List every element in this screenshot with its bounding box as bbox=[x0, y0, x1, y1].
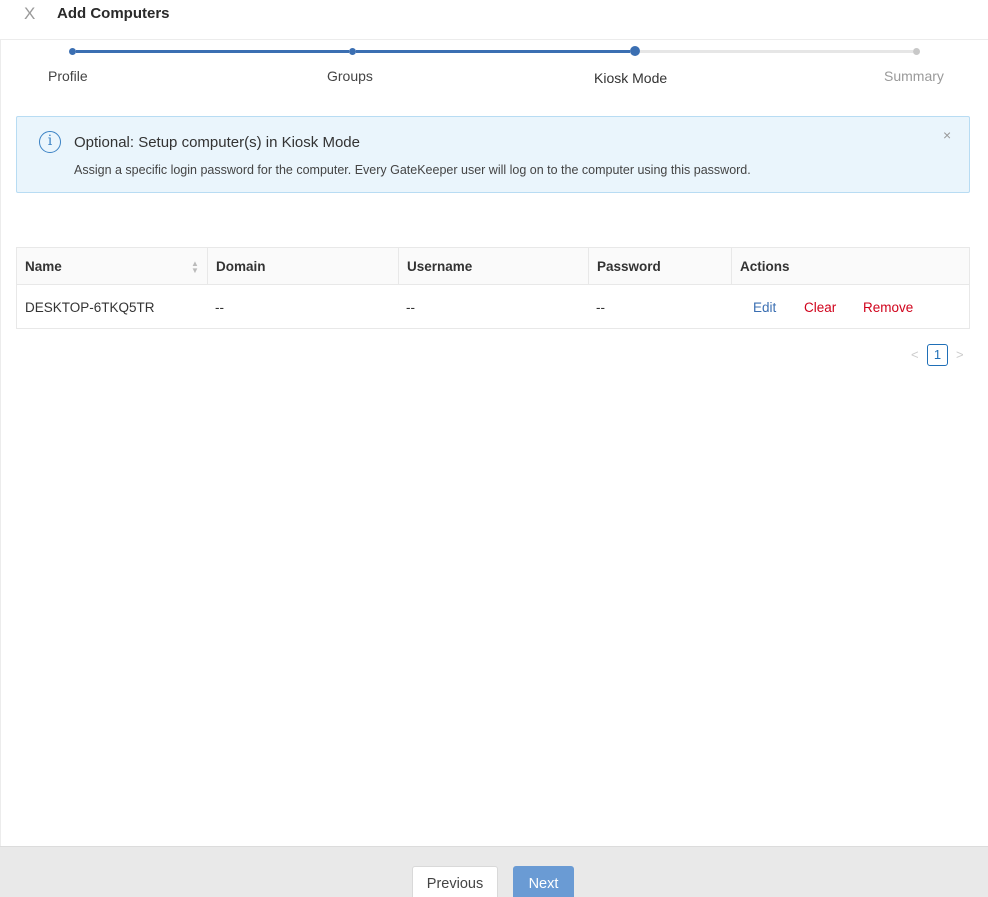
step-connector-1 bbox=[76, 50, 349, 53]
step-label-summary: Summary bbox=[884, 68, 944, 84]
kiosk-info-alert: i Optional: Setup computer(s) in Kiosk M… bbox=[16, 116, 970, 193]
step-label-profile: Profile bbox=[48, 68, 88, 84]
alert-close-icon[interactable]: × bbox=[943, 126, 951, 144]
step-connector-2 bbox=[356, 50, 630, 53]
edit-link[interactable]: Edit bbox=[753, 286, 776, 329]
remove-link[interactable]: Remove bbox=[863, 286, 913, 329]
step-dot-summary bbox=[913, 48, 920, 55]
dialog-header: X Add Computers bbox=[0, 0, 988, 40]
pagination-prev-icon[interactable]: < bbox=[911, 344, 919, 366]
column-header-actions: Actions bbox=[731, 248, 969, 285]
wizard-footer: Previous Next bbox=[0, 846, 988, 897]
step-dot-kiosk-mode bbox=[630, 46, 640, 56]
column-header-label: Name bbox=[25, 259, 62, 274]
table-row: DESKTOP-6TKQ5TR -- -- -- Edit Clear Remo… bbox=[17, 286, 969, 329]
pagination-next-icon[interactable]: > bbox=[956, 344, 964, 366]
dialog-title: Add Computers bbox=[57, 5, 170, 22]
cell-password: -- bbox=[596, 300, 605, 315]
cell-name: DESKTOP-6TKQ5TR bbox=[25, 300, 155, 315]
cell-username: -- bbox=[406, 300, 415, 315]
previous-button[interactable]: Previous bbox=[412, 866, 498, 897]
left-border bbox=[0, 40, 1, 846]
info-circle-icon: i bbox=[39, 131, 61, 153]
pagination-page-1[interactable]: 1 bbox=[927, 344, 948, 366]
alert-title: Optional: Setup computer(s) in Kiosk Mod… bbox=[74, 134, 360, 151]
wizard-stepper: Profile Groups Kiosk Mode Summary bbox=[0, 40, 988, 100]
alert-description: Assign a specific login password for the… bbox=[74, 163, 751, 177]
clear-link[interactable]: Clear bbox=[804, 286, 836, 329]
close-icon[interactable]: X bbox=[24, 4, 42, 24]
sort-icon[interactable]: ▲ ▼ bbox=[191, 260, 199, 275]
step-connector-3 bbox=[640, 50, 913, 53]
table-header: Name ▲ ▼ Domain Username Password Actions bbox=[17, 248, 969, 285]
cell-domain: -- bbox=[215, 300, 224, 315]
next-button[interactable]: Next bbox=[513, 866, 574, 897]
column-header-username: Username bbox=[398, 248, 588, 285]
step-dot-profile bbox=[69, 48, 76, 55]
step-dot-groups bbox=[349, 48, 356, 55]
step-label-groups: Groups bbox=[327, 68, 373, 84]
kiosk-computers-table: Name ▲ ▼ Domain Username Password Actions… bbox=[16, 247, 970, 329]
column-header-password: Password bbox=[588, 248, 731, 285]
column-header-domain: Domain bbox=[207, 248, 398, 285]
column-header-name[interactable]: Name ▲ ▼ bbox=[17, 248, 207, 285]
step-label-kiosk-mode: Kiosk Mode bbox=[594, 70, 668, 86]
